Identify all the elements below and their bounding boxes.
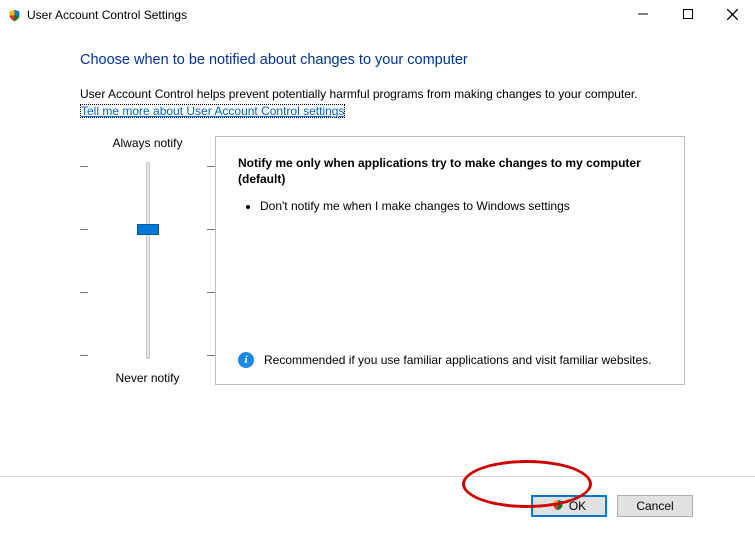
title-bar: User Account Control Settings xyxy=(0,0,755,30)
page-heading: Choose when to be notified about changes… xyxy=(80,52,685,68)
slider-thumb[interactable] xyxy=(137,224,159,235)
panel-bullets: Don't notify me when I make changes to W… xyxy=(242,198,662,218)
info-icon: i xyxy=(238,352,254,368)
uac-shield-icon xyxy=(552,499,565,512)
minimize-button[interactable] xyxy=(620,0,665,28)
cancel-button-label: Cancel xyxy=(636,499,673,513)
dialog-footer: OK Cancel xyxy=(0,476,755,534)
maximize-button[interactable] xyxy=(665,0,710,28)
slider-track xyxy=(146,162,150,359)
page-description: User Account Control helps prevent poten… xyxy=(80,86,685,102)
slider-bottom-label: Never notify xyxy=(80,371,215,385)
slider-top-label: Always notify xyxy=(80,136,215,150)
help-link[interactable]: Tell me more about User Account Control … xyxy=(80,104,345,118)
window-title: User Account Control Settings xyxy=(27,8,620,22)
panel-title: Notify me only when applications try to … xyxy=(238,155,662,187)
cancel-button[interactable]: Cancel xyxy=(617,495,693,517)
uac-shield-icon xyxy=(8,9,21,22)
close-button[interactable] xyxy=(710,0,755,28)
ok-button-label: OK xyxy=(569,499,586,513)
notification-slider[interactable] xyxy=(80,158,215,363)
recommendation-text: Recommended if you use familiar applicat… xyxy=(264,352,652,368)
ok-button[interactable]: OK xyxy=(531,495,607,517)
info-panel: Notify me only when applications try to … xyxy=(215,136,685,385)
panel-bullet: Don't notify me when I make changes to W… xyxy=(260,198,662,214)
window-controls xyxy=(620,0,755,30)
